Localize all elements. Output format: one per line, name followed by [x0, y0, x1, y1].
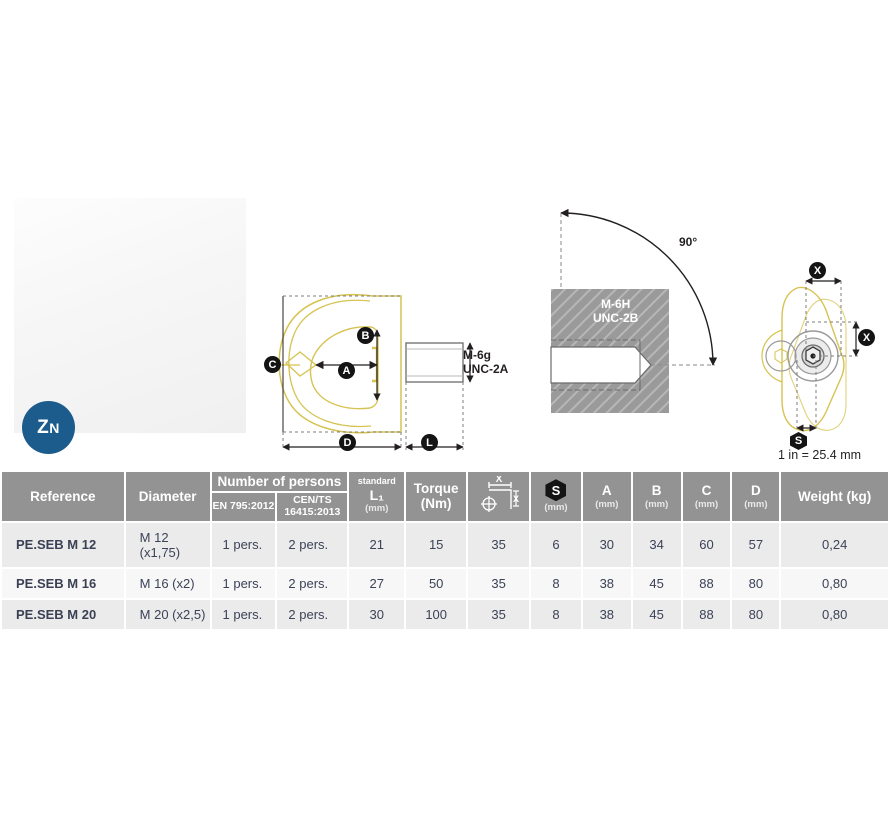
cell-c: 88 [680, 597, 733, 631]
l1-unit: (mm) [365, 503, 389, 515]
col-header-c: C (mm) [680, 470, 733, 523]
cell-reference: PE.SEB M 12 [0, 520, 126, 569]
cell-torque: 15 [404, 520, 469, 569]
cell-l1: 30 [347, 597, 407, 631]
cell-l1: 21 [347, 520, 407, 569]
table-row: PE.SEB M 20 M 20 (x2,5) 1 pers. 2 pers. 30 10… [0, 597, 890, 631]
table-row: PE.SEB M 16 M 16 (x2) 1 pers. 2 pers. 27 50 35… [0, 566, 890, 600]
cell-diameter: M 12 (x1,75) [123, 520, 212, 569]
d-symbol: D [751, 482, 761, 498]
cell-c: 60 [680, 520, 733, 569]
table-row: PE.SEB M 12 M 12 (x1,75) 1 pers. 2 pers. 21 1… [0, 520, 890, 569]
dimension-badge-a: A [338, 362, 355, 379]
dimension-badge-d: D [339, 434, 356, 451]
cell-s: 6 [529, 520, 583, 569]
col-header-weight: Weight (kg) [779, 470, 890, 523]
unit-conversion-note: 1 in = 25.4 mm [778, 448, 862, 462]
svg-text:X: X [513, 494, 519, 504]
cell-cents: 2 pers. [275, 566, 350, 600]
a-symbol: A [601, 482, 612, 498]
cell-reference: PE.SEB M 16 [0, 566, 126, 600]
cell-torque: 100 [404, 597, 469, 631]
col-header-torque: Torque (Nm) [404, 470, 469, 523]
cell-b: 45 [630, 597, 683, 631]
c-unit: (mm) [694, 498, 719, 510]
cell-d: 80 [730, 566, 782, 600]
cell-a: 38 [580, 597, 633, 631]
cell-diameter: M 20 (x2,5) [123, 597, 212, 631]
c-symbol: C [701, 482, 712, 498]
zinc-plated-badge: ZN [22, 401, 75, 454]
cell-b: 45 [630, 566, 683, 600]
d-unit: (mm) [744, 498, 768, 510]
col-header-b: B (mm) [630, 470, 683, 523]
cell-en: 1 pers. [209, 597, 278, 631]
col-header-cents-16415: CEN/TS 16415:2013 [275, 491, 350, 523]
cell-d: 57 [730, 520, 782, 569]
angle-label-90: 90° [679, 235, 698, 249]
cell-l1: 27 [347, 566, 407, 600]
cell-cents: 2 pers. [275, 597, 350, 631]
x-dimension-icon: X X [480, 476, 519, 513]
b-symbol: B [651, 482, 662, 498]
zinc-badge-symbol: Z [37, 416, 50, 438]
table-header-row-top: Reference Diameter Number of persons sta… [0, 470, 890, 523]
cell-reference: PE.SEB M 20 [0, 597, 126, 631]
cell-a: 30 [580, 520, 633, 569]
dimension-badge-l1: L [421, 434, 438, 451]
dimension-badge-x-vertical: X [858, 329, 875, 346]
a-unit: (mm) [595, 498, 619, 510]
thread-spec-external: M-6g UNC-2A [463, 348, 509, 376]
thread-spec-internal: M-6H UNC-2B [593, 297, 639, 325]
col-header-diameter: Diameter [123, 470, 212, 523]
cell-torque: 50 [404, 566, 469, 600]
cell-x: 35 [466, 520, 532, 569]
col-header-s: S (mm) [529, 470, 583, 523]
cell-x: 35 [466, 566, 532, 600]
zinc-badge-subscript: N [49, 419, 60, 436]
cell-en: 1 pers. [209, 520, 278, 569]
standard-caption: standard [357, 476, 396, 487]
cell-weight: 0,80 [779, 566, 890, 600]
col-header-number-of-persons: Number of persons [209, 470, 350, 493]
top-view-geometry [761, 277, 860, 432]
col-header-d: D (mm) [730, 470, 782, 523]
dimension-badge-x-horizontal: X [809, 262, 826, 279]
specification-table: Reference Diameter Number of persons sta… [0, 470, 890, 631]
table-body: PE.SEB M 12 M 12 (x1,75) 1 pers. 2 pers. 21 1… [0, 520, 890, 631]
cell-s: 8 [529, 597, 583, 631]
cell-b: 34 [630, 520, 683, 569]
hex-socket-icon: S [545, 479, 567, 502]
cell-diameter: M 16 (x2) [123, 566, 212, 600]
col-header-en-795: EN 795:2012 [209, 491, 278, 523]
cell-a: 38 [580, 566, 633, 600]
cell-cents: 2 pers. [275, 520, 350, 569]
col-header-standard-l1: standard L₁ (mm) [347, 470, 407, 523]
side-view-geometry [278, 293, 474, 451]
col-header-a: A (mm) [580, 470, 633, 523]
cell-d: 80 [730, 597, 782, 631]
b-unit: (mm) [645, 498, 669, 510]
cell-weight: 0,24 [779, 520, 890, 569]
col-header-x-dimension: X X [466, 470, 532, 523]
cell-c: 88 [680, 566, 733, 600]
product-photo [14, 198, 246, 433]
product-spec-sheet: ZN C B A D L M-6g UNC-2A M-6H UNC-2B 90°… [0, 0, 890, 820]
col-header-reference: Reference [0, 470, 126, 523]
dimension-badge-c: C [264, 356, 281, 373]
cell-x: 35 [466, 597, 532, 631]
svg-text:X: X [495, 476, 502, 485]
cell-en: 1 pers. [209, 566, 278, 600]
cell-weight: 0,80 [779, 597, 890, 631]
cell-s: 8 [529, 566, 583, 600]
l1-symbol: L₁ [369, 487, 384, 504]
dimension-badge-b: B [357, 327, 374, 344]
s-unit: (mm) [544, 502, 568, 514]
